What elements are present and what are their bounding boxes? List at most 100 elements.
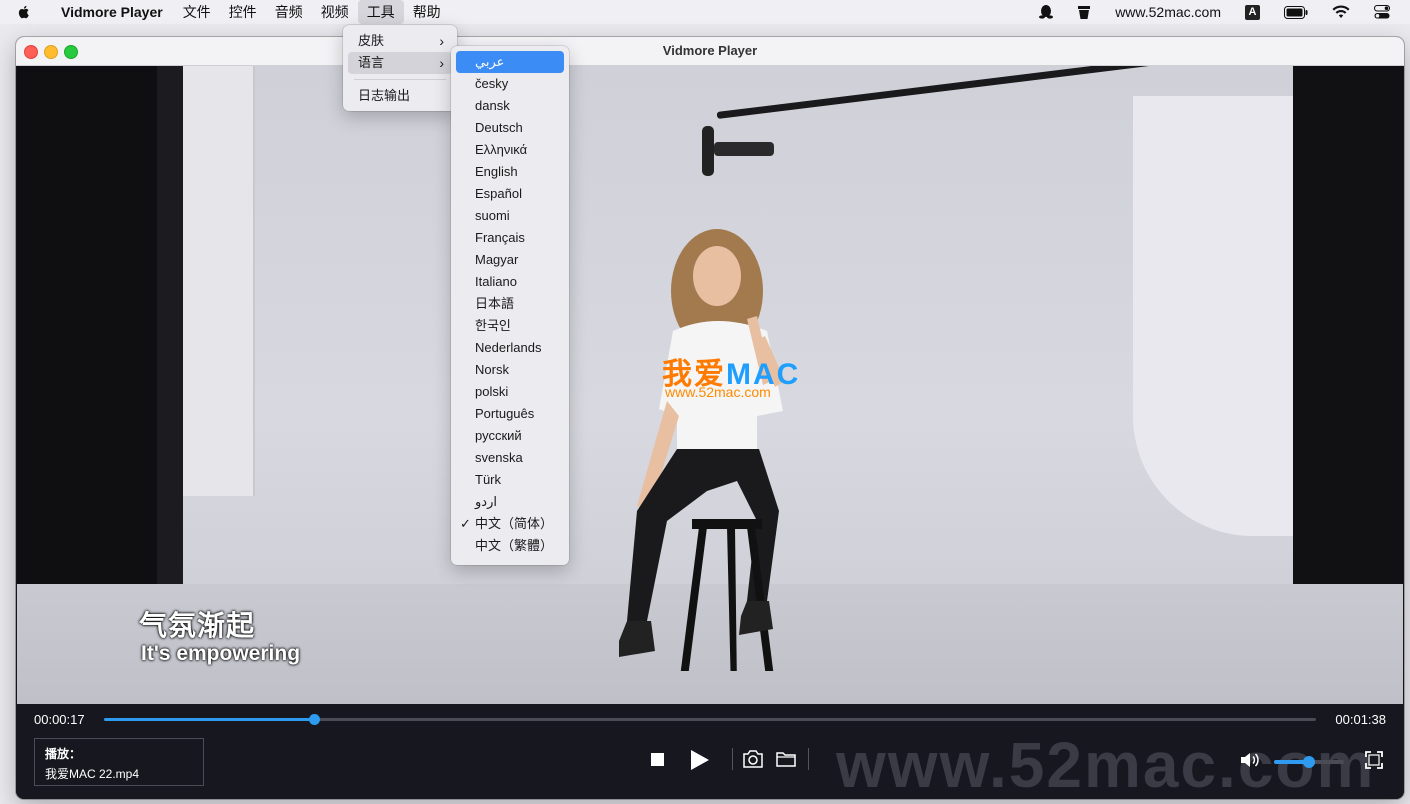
video-scene-wall — [183, 66, 255, 496]
subtitle-english: It's empowering — [141, 642, 301, 665]
fullscreen-icon — [1365, 751, 1383, 769]
menu-audio[interactable]: 音频 — [266, 0, 312, 24]
title-bar[interactable]: Vidmore Player — [16, 37, 1404, 66]
video-scene-mic-mount — [714, 142, 774, 156]
subtitle-chinese: 气氛渐起 — [139, 610, 256, 641]
language-option[interactable]: suomi — [456, 205, 564, 227]
menu-tools[interactable]: 工具 — [357, 0, 404, 24]
video-scene-curtain-right — [1293, 66, 1403, 586]
controls-separator — [732, 748, 733, 770]
control-center-icon[interactable] — [1374, 5, 1390, 19]
fullscreen-button[interactable] — [1364, 750, 1384, 770]
language-option-label: Ελληνικά — [475, 142, 528, 157]
language-option[interactable]: dansk — [456, 95, 564, 117]
stop-button[interactable] — [650, 752, 664, 766]
language-option[interactable]: اردو — [456, 491, 564, 513]
language-option[interactable]: Norsk — [456, 359, 564, 381]
menu-video[interactable]: 视频 — [312, 0, 358, 24]
video-display[interactable]: 我爱MAC www.52mac.com 气氛渐起 It's empowering — [17, 66, 1403, 704]
seek-bar-progress — [104, 718, 314, 721]
volume-slider-thumb[interactable] — [1303, 756, 1315, 768]
now-playing-file: 我爱MAC 22.mp4 — [45, 767, 140, 781]
language-option[interactable]: Türk — [456, 469, 564, 491]
seek-bar[interactable] — [104, 714, 1316, 725]
language-option-label: suomi — [475, 208, 510, 223]
language-option[interactable]: česky — [456, 73, 564, 95]
language-option-label: 日本語 — [475, 296, 515, 311]
menu-item-log-output[interactable]: 日志输出 — [348, 85, 452, 107]
language-option-label: Deutsch — [475, 120, 523, 135]
camera-icon — [743, 750, 763, 768]
video-scene-person — [619, 229, 785, 671]
window-title: Vidmore Player — [662, 43, 758, 58]
open-folder-button[interactable] — [775, 749, 797, 769]
language-option[interactable]: ✓ 中文（简体） — [456, 513, 564, 535]
now-playing-box: 播放： 我爱MAC 22.mp4 — [34, 738, 204, 786]
chevron-right-icon: › — [439, 55, 444, 71]
language-option-label: 한국인 — [475, 318, 511, 333]
total-time: 00:01:38 — [1335, 712, 1386, 727]
stop-icon — [650, 752, 664, 766]
volume-slider[interactable] — [1274, 756, 1344, 768]
menu-divider — [354, 79, 446, 80]
video-scene-curtain-left — [17, 66, 157, 626]
menu-app-name[interactable]: Vidmore Player — [52, 0, 172, 24]
video-scene-cyclorama — [1133, 96, 1293, 536]
language-option[interactable]: Nederlands — [456, 337, 564, 359]
menu-item-language-label: 语言 — [358, 55, 385, 70]
language-option[interactable]: 中文（繁體） — [456, 535, 564, 557]
language-option[interactable]: 日本語 — [456, 293, 564, 315]
menu-help[interactable]: 帮助 — [404, 0, 450, 24]
language-option-label: polski — [475, 384, 509, 399]
player-window: Vidmore Player 我爱MAC www.52mac.com 气氛渐起 … — [16, 37, 1404, 799]
language-option[interactable]: русский — [456, 425, 564, 447]
menu-item-skin[interactable]: 皮肤 › — [348, 30, 452, 52]
language-option[interactable]: Français — [456, 227, 564, 249]
language-option-label: Español — [475, 186, 522, 201]
language-option-label: Français — [475, 230, 525, 245]
language-option-label: Magyar — [475, 252, 519, 267]
tools-dropdown-menu: 皮肤 › 语言 › 日志输出 — [343, 25, 457, 111]
language-option[interactable]: Magyar — [456, 249, 564, 271]
menu-controls[interactable]: 控件 — [220, 0, 266, 24]
apple-icon[interactable] — [16, 4, 32, 20]
language-option-label: Italiano — [475, 274, 517, 289]
speaker-icon — [1241, 753, 1259, 767]
language-option-label: Norsk — [475, 362, 509, 377]
language-option-label: اردو — [475, 494, 497, 509]
input-source-icon[interactable]: A — [1245, 4, 1260, 20]
language-option[interactable]: polski — [456, 381, 564, 403]
volume-button[interactable] — [1240, 751, 1260, 769]
language-option[interactable]: عربي — [456, 51, 564, 73]
language-option-label: svenska — [475, 450, 523, 465]
controls-separator-2 — [808, 748, 809, 770]
language-option-label: русский — [475, 428, 522, 443]
cup-icon[interactable] — [1077, 4, 1091, 20]
language-option-label: Português — [475, 406, 535, 421]
menu-file[interactable]: 文件 — [174, 0, 220, 24]
now-playing-label: 播放： — [45, 747, 82, 761]
language-submenu: عربي česky dansk Deutsch Ελληνικά English Espa… — [451, 46, 569, 565]
status-area: www.52mac.com A — [1027, 0, 1410, 24]
language-option[interactable]: Português — [456, 403, 564, 425]
language-option[interactable]: svenska — [456, 447, 564, 469]
language-option[interactable]: Italiano — [456, 271, 564, 293]
language-option-label: Nederlands — [475, 340, 542, 355]
menu-bar: Vidmore Player 文件 控件 音频 视频 工具 帮助 www.52m… — [0, 0, 1410, 24]
language-option[interactable]: Deutsch — [456, 117, 564, 139]
status-site-text[interactable]: www.52mac.com — [1115, 4, 1221, 20]
language-option[interactable]: Ελληνικά — [456, 139, 564, 161]
snapshot-button[interactable] — [742, 749, 764, 769]
menu-item-language[interactable]: 语言 › — [348, 52, 452, 74]
play-button[interactable] — [688, 748, 712, 772]
language-option-label: English — [475, 164, 518, 179]
qq-icon[interactable] — [1039, 4, 1054, 20]
language-option-label: 中文（繁體） — [475, 538, 554, 553]
seek-bar-thumb[interactable] — [308, 714, 320, 725]
input-indicator: A — [1245, 4, 1260, 20]
language-option[interactable]: Español — [456, 183, 564, 205]
wifi-icon[interactable] — [1332, 5, 1350, 19]
language-option[interactable]: English — [456, 161, 564, 183]
language-option[interactable]: 한국인 — [456, 315, 564, 337]
battery-icon[interactable] — [1284, 5, 1308, 19]
